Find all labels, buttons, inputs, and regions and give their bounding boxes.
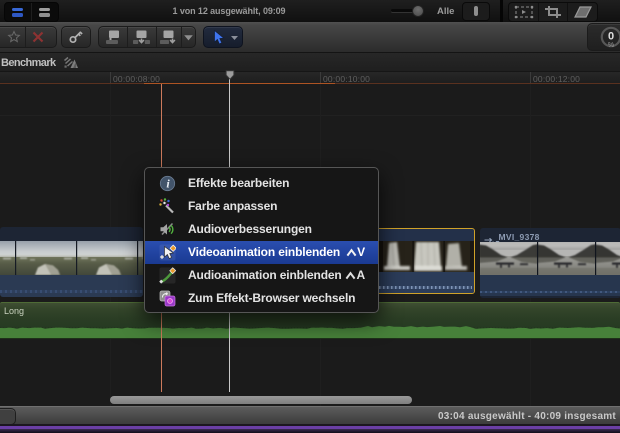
svg-text:0: 0 bbox=[608, 31, 614, 43]
svg-text:%: % bbox=[608, 42, 614, 48]
